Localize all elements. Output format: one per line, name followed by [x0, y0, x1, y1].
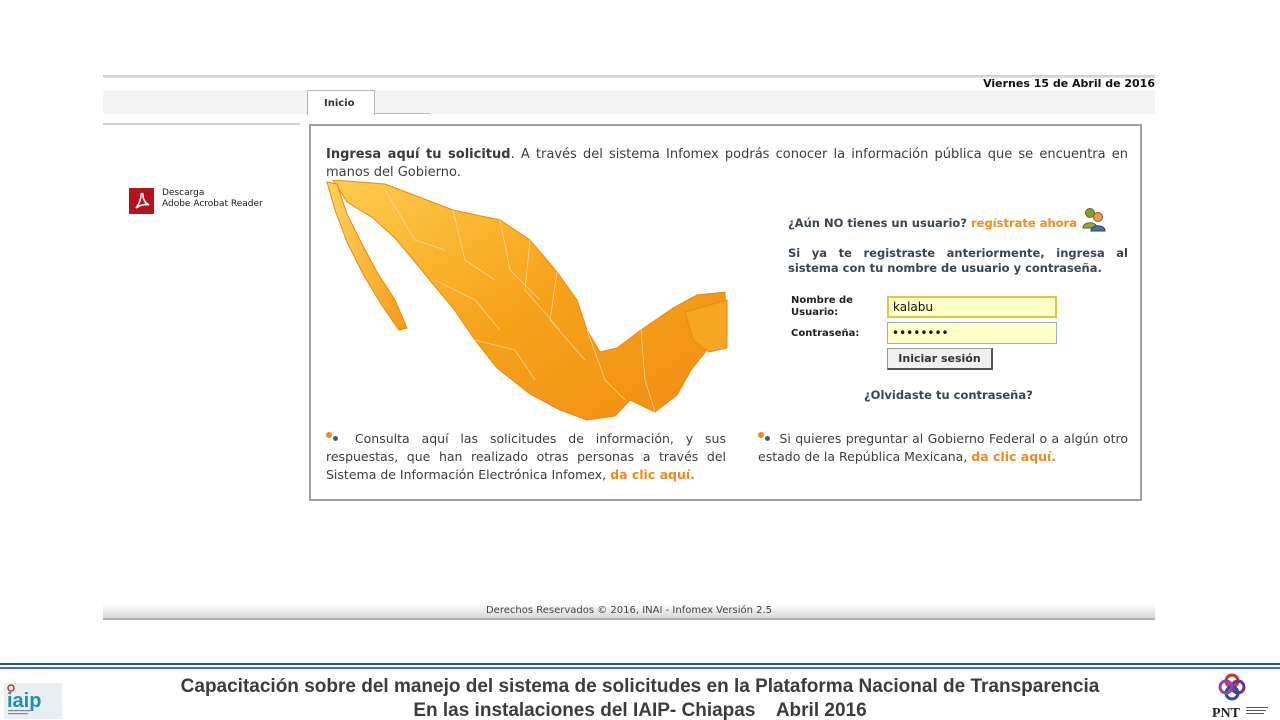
username-label-line2: Usuario:: [791, 307, 839, 318]
sidebar-rule: [103, 123, 300, 125]
federal-text: Si quieres preguntar al Gobierno Federal…: [758, 431, 1128, 464]
current-date: Viernes 15 de Abril de 2016: [983, 77, 1155, 90]
no-user-question: ¿Aún NO tienes un usuario?: [788, 216, 967, 230]
intro-text: Ingresa aquí tu solicitud. A través del …: [326, 146, 1128, 182]
forgot-password-link[interactable]: ¿Olvidaste tu contraseña?: [864, 388, 1033, 402]
intro-bold: Ingresa aquí tu solicitud: [326, 147, 511, 162]
acrobat-link-line1: Descarga: [162, 188, 205, 198]
acrobat-link-line2: Adobe Acrobat Reader: [162, 199, 263, 209]
login-button[interactable]: Iniciar sesión: [887, 348, 993, 370]
slide-rule: [0, 663, 1280, 671]
tab-inicio[interactable]: Inicio: [307, 90, 375, 115]
consulta-link[interactable]: da clic aquí.: [610, 467, 695, 482]
federal-bullet: Si quieres preguntar al Gobierno Federal…: [758, 430, 1128, 466]
users-icon: [1082, 208, 1106, 232]
password-label: Contraseña:: [791, 328, 860, 339]
slide-caption-line1: Capacitación sobre del manejo del sistem…: [180, 676, 1100, 697]
copyright-text: Derechos Reservados © 2016, INAI - Infom…: [485, 605, 773, 616]
already-registered-text: Si ya te registraste anteriormente, ingr…: [788, 246, 1128, 275]
tab-strip: [103, 90, 1155, 114]
main-panel: Ingresa aquí tu solicitud. A través del …: [309, 124, 1142, 501]
register-prompt: ¿Aún NO tienes un usuario? regístrate ah…: [788, 216, 1077, 230]
tab-strip-divider: [375, 113, 430, 114]
username-label-line1: Nombre de: [791, 295, 853, 306]
mexico-map-image: [326, 180, 728, 421]
username-field[interactable]: [887, 296, 1057, 318]
federal-link[interactable]: da clic aquí.: [971, 449, 1056, 464]
username-label: Nombre de Usuario:: [791, 295, 853, 319]
password-field[interactable]: [887, 322, 1057, 344]
consulta-bullet: Consulta aquí las solicitudes de informa…: [326, 430, 726, 484]
register-link[interactable]: regístrate ahora: [971, 216, 1077, 230]
slide-caption-line2: En las instalaciones del IAIP- Chiapas A…: [413, 700, 867, 720]
bullet-dots-icon: [758, 432, 775, 442]
bullet-dots-icon: [326, 432, 343, 442]
acrobat-pdf-icon: [129, 188, 154, 214]
page-footer: Derechos Reservados © 2016, INAI - Infom…: [103, 603, 1155, 620]
acrobat-download-link[interactable]: Descarga Adobe Acrobat Reader: [129, 188, 263, 214]
